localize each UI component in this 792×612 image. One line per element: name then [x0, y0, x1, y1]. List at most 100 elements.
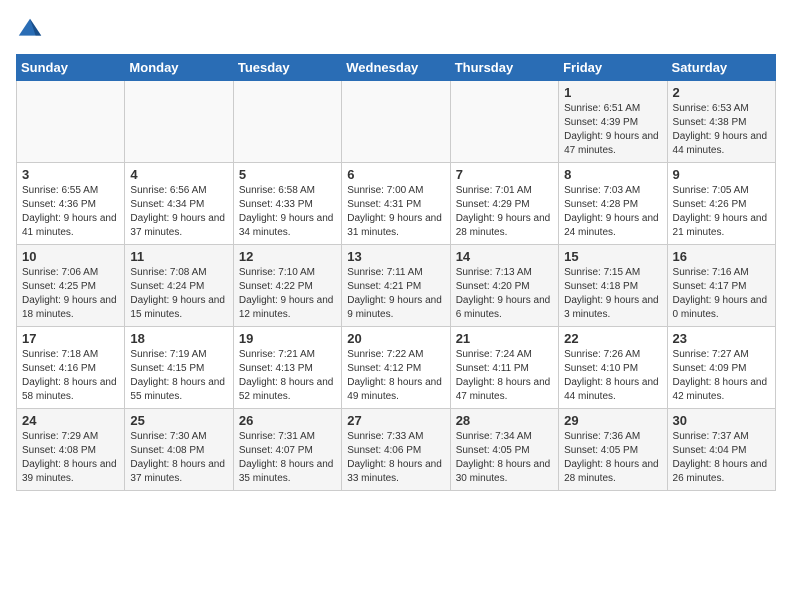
day-info: Sunrise: 6:53 AM Sunset: 4:38 PM Dayligh…: [673, 102, 770, 158]
calendar-cell: [450, 81, 558, 163]
calendar-cell: 2 Sunrise: 6:53 AM Sunset: 4:38 PM Daylig…: [667, 81, 775, 163]
calendar-cell: 29 Sunrise: 7:36 AM Sunset: 4:05 PM Dayli…: [559, 409, 667, 491]
day-info: Sunrise: 7:06 AM Sunset: 4:25 PM Dayligh…: [22, 266, 119, 322]
day-of-week-header: Tuesday: [233, 55, 341, 81]
day-info: Sunrise: 7:19 AM Sunset: 4:15 PM Dayligh…: [130, 348, 227, 404]
calendar-cell: 8 Sunrise: 7:03 AM Sunset: 4:28 PM Daylig…: [559, 163, 667, 245]
calendar-cell: 25Sunrise: 7:30 AM Sunset: 4:08 PM Dayli…: [125, 409, 233, 491]
day-number: 8: [564, 167, 661, 182]
day-number: 7: [456, 167, 553, 182]
calendar-cell: 21 Sunrise: 7:24 AM Sunset: 4:11 PM Dayli…: [450, 327, 558, 409]
day-info: Sunrise: 7:29 AM Sunset: 4:08 PM Dayligh…: [22, 430, 119, 486]
day-number: 26: [239, 413, 336, 428]
calendar-week-row: 10 Sunrise: 7:06 AM Sunset: 4:25 PM Dayli…: [17, 245, 776, 327]
day-info: Sunrise: 7:22 AM Sunset: 4:12 PM Dayligh…: [347, 348, 444, 404]
day-number: 17: [22, 331, 119, 346]
calendar-cell: 12Sunrise: 7:10 AM Sunset: 4:22 PM Dayli…: [233, 245, 341, 327]
day-of-week-header: Sunday: [17, 55, 125, 81]
day-number: 2: [673, 85, 770, 100]
calendar-table: SundayMondayTuesdayWednesdayThursdayFrid…: [16, 54, 776, 491]
calendar-cell: 22Sunrise: 7:26 AM Sunset: 4:10 PM Dayli…: [559, 327, 667, 409]
day-info: Sunrise: 7:11 AM Sunset: 4:21 PM Dayligh…: [347, 266, 444, 322]
day-info: Sunrise: 7:18 AM Sunset: 4:16 PM Dayligh…: [22, 348, 119, 404]
day-info: Sunrise: 7:00 AM Sunset: 4:31 PM Dayligh…: [347, 184, 444, 240]
calendar-cell: 7 Sunrise: 7:01 AM Sunset: 4:29 PM Daylig…: [450, 163, 558, 245]
calendar-cell: 9 Sunrise: 7:05 AM Sunset: 4:26 PM Daylig…: [667, 163, 775, 245]
day-number: 4: [130, 167, 227, 182]
calendar-week-row: 17 Sunrise: 7:18 AM Sunset: 4:16 PM Dayli…: [17, 327, 776, 409]
day-info: Sunrise: 7:13 AM Sunset: 4:20 PM Dayligh…: [456, 266, 553, 322]
calendar-cell: 19 Sunrise: 7:21 AM Sunset: 4:13 PM Dayli…: [233, 327, 341, 409]
day-info: Sunrise: 7:08 AM Sunset: 4:24 PM Dayligh…: [130, 266, 227, 322]
day-number: 19: [239, 331, 336, 346]
day-number: 22: [564, 331, 661, 346]
day-info: Sunrise: 7:21 AM Sunset: 4:13 PM Dayligh…: [239, 348, 336, 404]
calendar-week-row: 3 Sunrise: 6:55 AM Sunset: 4:36 PM Daylig…: [17, 163, 776, 245]
calendar-cell: 14 Sunrise: 7:13 AM Sunset: 4:20 PM Dayli…: [450, 245, 558, 327]
day-of-week-header: Saturday: [667, 55, 775, 81]
calendar-cell: 26 Sunrise: 7:31 AM Sunset: 4:07 PM Dayli…: [233, 409, 341, 491]
calendar-cell: 30 Sunrise: 7:37 AM Sunset: 4:04 PM Dayli…: [667, 409, 775, 491]
day-number: 5: [239, 167, 336, 182]
day-number: 15: [564, 249, 661, 264]
day-number: 10: [22, 249, 119, 264]
day-number: 14: [456, 249, 553, 264]
calendar-cell: 3 Sunrise: 6:55 AM Sunset: 4:36 PM Daylig…: [17, 163, 125, 245]
day-info: Sunrise: 6:58 AM Sunset: 4:33 PM Dayligh…: [239, 184, 336, 240]
day-number: 13: [347, 249, 444, 264]
day-number: 21: [456, 331, 553, 346]
logo: [16, 16, 48, 44]
day-number: 9: [673, 167, 770, 182]
day-info: Sunrise: 7:03 AM Sunset: 4:28 PM Dayligh…: [564, 184, 661, 240]
day-info: Sunrise: 6:56 AM Sunset: 4:34 PM Dayligh…: [130, 184, 227, 240]
day-of-week-header: Thursday: [450, 55, 558, 81]
day-number: 24: [22, 413, 119, 428]
day-info: Sunrise: 7:34 AM Sunset: 4:05 PM Dayligh…: [456, 430, 553, 486]
day-number: 20: [347, 331, 444, 346]
day-number: 12: [239, 249, 336, 264]
calendar-cell: 10 Sunrise: 7:06 AM Sunset: 4:25 PM Dayli…: [17, 245, 125, 327]
calendar-cell: 5 Sunrise: 6:58 AM Sunset: 4:33 PM Daylig…: [233, 163, 341, 245]
calendar-cell: 11 Sunrise: 7:08 AM Sunset: 4:24 PM Dayli…: [125, 245, 233, 327]
day-info: Sunrise: 7:16 AM Sunset: 4:17 PM Dayligh…: [673, 266, 770, 322]
day-info: Sunrise: 6:51 AM Sunset: 4:39 PM Dayligh…: [564, 102, 661, 158]
day-number: 29: [564, 413, 661, 428]
calendar-cell: 13 Sunrise: 7:11 AM Sunset: 4:21 PM Dayli…: [342, 245, 450, 327]
day-info: Sunrise: 7:27 AM Sunset: 4:09 PM Dayligh…: [673, 348, 770, 404]
calendar-cell: 16Sunrise: 7:16 AM Sunset: 4:17 PM Dayli…: [667, 245, 775, 327]
day-info: Sunrise: 7:36 AM Sunset: 4:05 PM Dayligh…: [564, 430, 661, 486]
day-info: Sunrise: 7:33 AM Sunset: 4:06 PM Dayligh…: [347, 430, 444, 486]
calendar-cell: 23 Sunrise: 7:27 AM Sunset: 4:09 PM Dayli…: [667, 327, 775, 409]
day-of-week-header: Monday: [125, 55, 233, 81]
calendar-cell: 20 Sunrise: 7:22 AM Sunset: 4:12 PM Dayli…: [342, 327, 450, 409]
day-info: Sunrise: 6:55 AM Sunset: 4:36 PM Dayligh…: [22, 184, 119, 240]
day-number: 23: [673, 331, 770, 346]
day-info: Sunrise: 7:01 AM Sunset: 4:29 PM Dayligh…: [456, 184, 553, 240]
day-number: 28: [456, 413, 553, 428]
calendar-cell: 17 Sunrise: 7:18 AM Sunset: 4:16 PM Dayli…: [17, 327, 125, 409]
day-number: 30: [673, 413, 770, 428]
calendar-cell: [17, 81, 125, 163]
calendar-cell: 15 Sunrise: 7:15 AM Sunset: 4:18 PM Dayli…: [559, 245, 667, 327]
day-info: Sunrise: 7:05 AM Sunset: 4:26 PM Dayligh…: [673, 184, 770, 240]
day-number: 27: [347, 413, 444, 428]
day-number: 3: [22, 167, 119, 182]
day-number: 11: [130, 249, 227, 264]
calendar-cell: [125, 81, 233, 163]
day-info: Sunrise: 7:15 AM Sunset: 4:18 PM Dayligh…: [564, 266, 661, 322]
calendar-cell: 6 Sunrise: 7:00 AM Sunset: 4:31 PM Daylig…: [342, 163, 450, 245]
day-info: Sunrise: 7:37 AM Sunset: 4:04 PM Dayligh…: [673, 430, 770, 486]
calendar-week-row: 1Sunrise: 6:51 AM Sunset: 4:39 PM Daylig…: [17, 81, 776, 163]
calendar-cell: 4 Sunrise: 6:56 AM Sunset: 4:34 PM Daylig…: [125, 163, 233, 245]
day-info: Sunrise: 7:24 AM Sunset: 4:11 PM Dayligh…: [456, 348, 553, 404]
header: [16, 16, 776, 44]
calendar-cell: 27 Sunrise: 7:33 AM Sunset: 4:06 PM Dayli…: [342, 409, 450, 491]
calendar-cell: [342, 81, 450, 163]
day-info: Sunrise: 7:31 AM Sunset: 4:07 PM Dayligh…: [239, 430, 336, 486]
calendar-header-row: SundayMondayTuesdayWednesdayThursdayFrid…: [17, 55, 776, 81]
calendar-week-row: 24 Sunrise: 7:29 AM Sunset: 4:08 PM Dayli…: [17, 409, 776, 491]
calendar-cell: 24 Sunrise: 7:29 AM Sunset: 4:08 PM Dayli…: [17, 409, 125, 491]
day-of-week-header: Friday: [559, 55, 667, 81]
day-number: 6: [347, 167, 444, 182]
calendar-cell: 18Sunrise: 7:19 AM Sunset: 4:15 PM Dayli…: [125, 327, 233, 409]
